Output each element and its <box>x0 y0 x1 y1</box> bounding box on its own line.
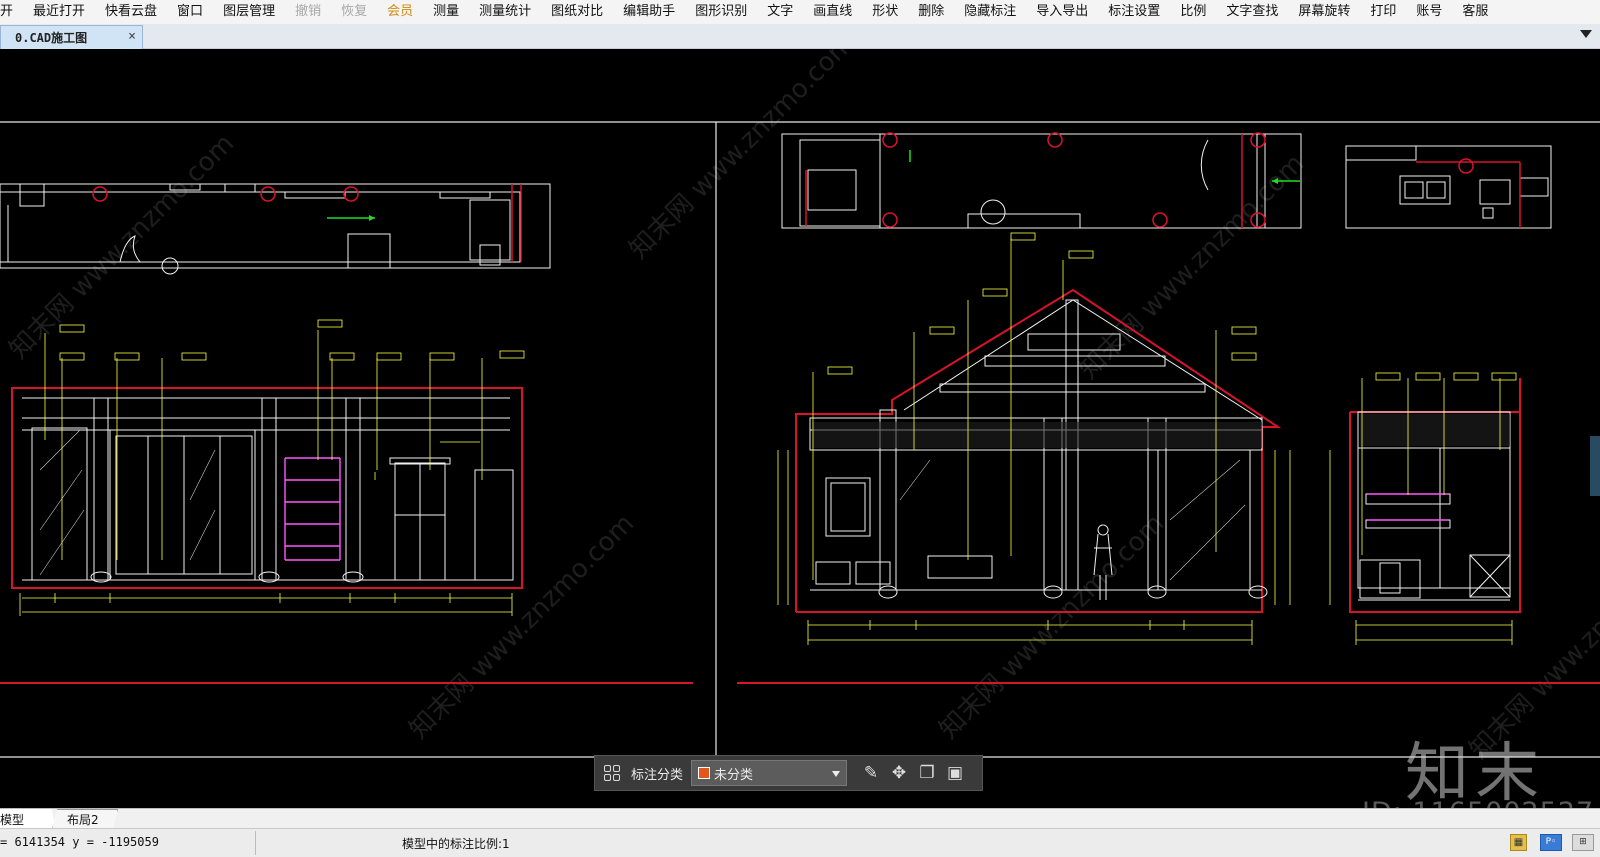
annotation-scale-status: 模型中的标注比例:1 <box>402 837 510 851</box>
right-elevation <box>777 232 1291 645</box>
copy-icon[interactable]: ❐ <box>913 759 941 787</box>
layout-tab-bar: 模型 布局2 <box>0 808 1600 829</box>
menu-item-13[interactable]: 文字 <box>757 0 803 24</box>
menu-item-11[interactable]: 编辑助手 <box>613 0 685 24</box>
category-grid-icon[interactable] <box>601 762 623 784</box>
cad-drawing: 知末网 www.znzmo.com 知末网 www.znzmo.com 知末网 … <box>0 49 1600 765</box>
menu-item-25[interactable]: 客服 <box>1452 0 1498 24</box>
watermark-text: 知末网 www.znzmo.com <box>4 129 240 365</box>
status-divider <box>255 831 256 855</box>
close-icon[interactable]: × <box>128 29 136 44</box>
menu-item-24[interactable]: 账号 <box>1406 0 1452 24</box>
tab-layout2-label: 布局2 <box>67 812 99 827</box>
snap-icon[interactable]: ▦ <box>1510 834 1527 851</box>
grid-icon[interactable]: ⊞ <box>1572 834 1594 851</box>
drawing-canvas[interactable]: 知末网 www.znzmo.com 知末网 www.znzmo.com 知末网 … <box>0 49 1600 808</box>
menu-item-4[interactable]: 图层管理 <box>213 0 285 24</box>
edit-icon[interactable]: ✎ <box>857 759 885 787</box>
move-icon[interactable]: ✥ <box>885 759 913 787</box>
menu-item-3[interactable]: 窗口 <box>167 0 213 24</box>
selected-category: 未分类 <box>714 767 754 783</box>
annotation-category-label: 标注分类 <box>631 767 684 783</box>
category-color-swatch <box>698 767 711 779</box>
menu-item-22[interactable]: 屏幕旋转 <box>1288 0 1360 24</box>
left-elevation <box>11 319 525 616</box>
tab-list-dropdown-icon[interactable] <box>1580 30 1592 38</box>
cursor-coordinates: = 6141354 y = -1195059 <box>0 835 159 849</box>
tab-model[interactable]: 模型 <box>0 809 56 829</box>
right-plan-view <box>781 133 1552 229</box>
watermark-logo: 知末 <box>1405 737 1545 808</box>
left-plan-view <box>0 183 551 275</box>
paste-icon[interactable]: ▣ <box>941 759 969 787</box>
watermark-id: ID: 1165002527 <box>1362 797 1594 808</box>
menu-item-0[interactable]: 开 <box>0 0 23 24</box>
menu-item-21[interactable]: 文字查找 <box>1216 0 1288 24</box>
menu-item-9[interactable]: 测量统计 <box>469 0 541 24</box>
menu-item-20[interactable]: 比例 <box>1170 0 1216 24</box>
menu-item-12[interactable]: 图形识别 <box>685 0 757 24</box>
menu-item-6[interactable]: 恢复 <box>331 0 377 24</box>
menu-item-7[interactable]: 会员 <box>377 0 423 24</box>
menu-item-19[interactable]: 标注设置 <box>1098 0 1170 24</box>
document-tab-title: 0.CAD施工图 <box>15 31 88 45</box>
annotation-category-select[interactable]: 未分类 <box>691 760 848 786</box>
document-tab[interactable]: 0.CAD施工图 × <box>0 25 143 49</box>
annotation-toolbar: 标注分类 未分类 ✎ ✥ ❐ ▣ <box>594 755 983 791</box>
tab-model-label: 模型 <box>0 812 25 827</box>
tab-layout2[interactable]: 布局2 <box>52 809 118 829</box>
right-side-elevation <box>1329 372 1521 645</box>
watermark-text: 知末网 www.znzmo.com <box>934 509 1170 745</box>
menu-item-14[interactable]: 画直线 <box>803 0 862 24</box>
menu-item-16[interactable]: 删除 <box>908 0 954 24</box>
menu-item-1[interactable]: 最近打开 <box>23 0 95 24</box>
menu-item-18[interactable]: 导入导出 <box>1026 0 1098 24</box>
chevron-down-icon <box>832 771 841 777</box>
menu-bar: 开最近打开 快看云盘 窗口 图层管理 撤销 恢复 会员 测量 测量统计 图纸对比 编辑助手 图形识别文… <box>0 0 1600 24</box>
watermark-text: 知末网 www.znzmo.com <box>624 49 860 265</box>
menu-item-10[interactable]: 图纸对比 <box>541 0 613 24</box>
watermark-text: 知末网 www.znzmo.com <box>1074 149 1310 385</box>
document-tab-bar: 0.CAD施工图 × <box>0 24 1600 49</box>
menu-item-8[interactable]: 测量 <box>423 0 469 24</box>
menu-item-5[interactable]: 撤销 <box>285 0 331 24</box>
menu-item-2[interactable]: 快看云盘 <box>95 0 167 24</box>
menu-item-23[interactable]: 打印 <box>1360 0 1406 24</box>
ortho-icon[interactable]: P◦ <box>1540 834 1562 851</box>
status-bar: = 6141354 y = -1195059 模型中的标注比例:1 ▦ P◦ ⊞ <box>0 828 1600 857</box>
menu-item-15[interactable]: 形状 <box>862 0 908 24</box>
menu-item-17[interactable]: 隐藏标注 <box>954 0 1026 24</box>
